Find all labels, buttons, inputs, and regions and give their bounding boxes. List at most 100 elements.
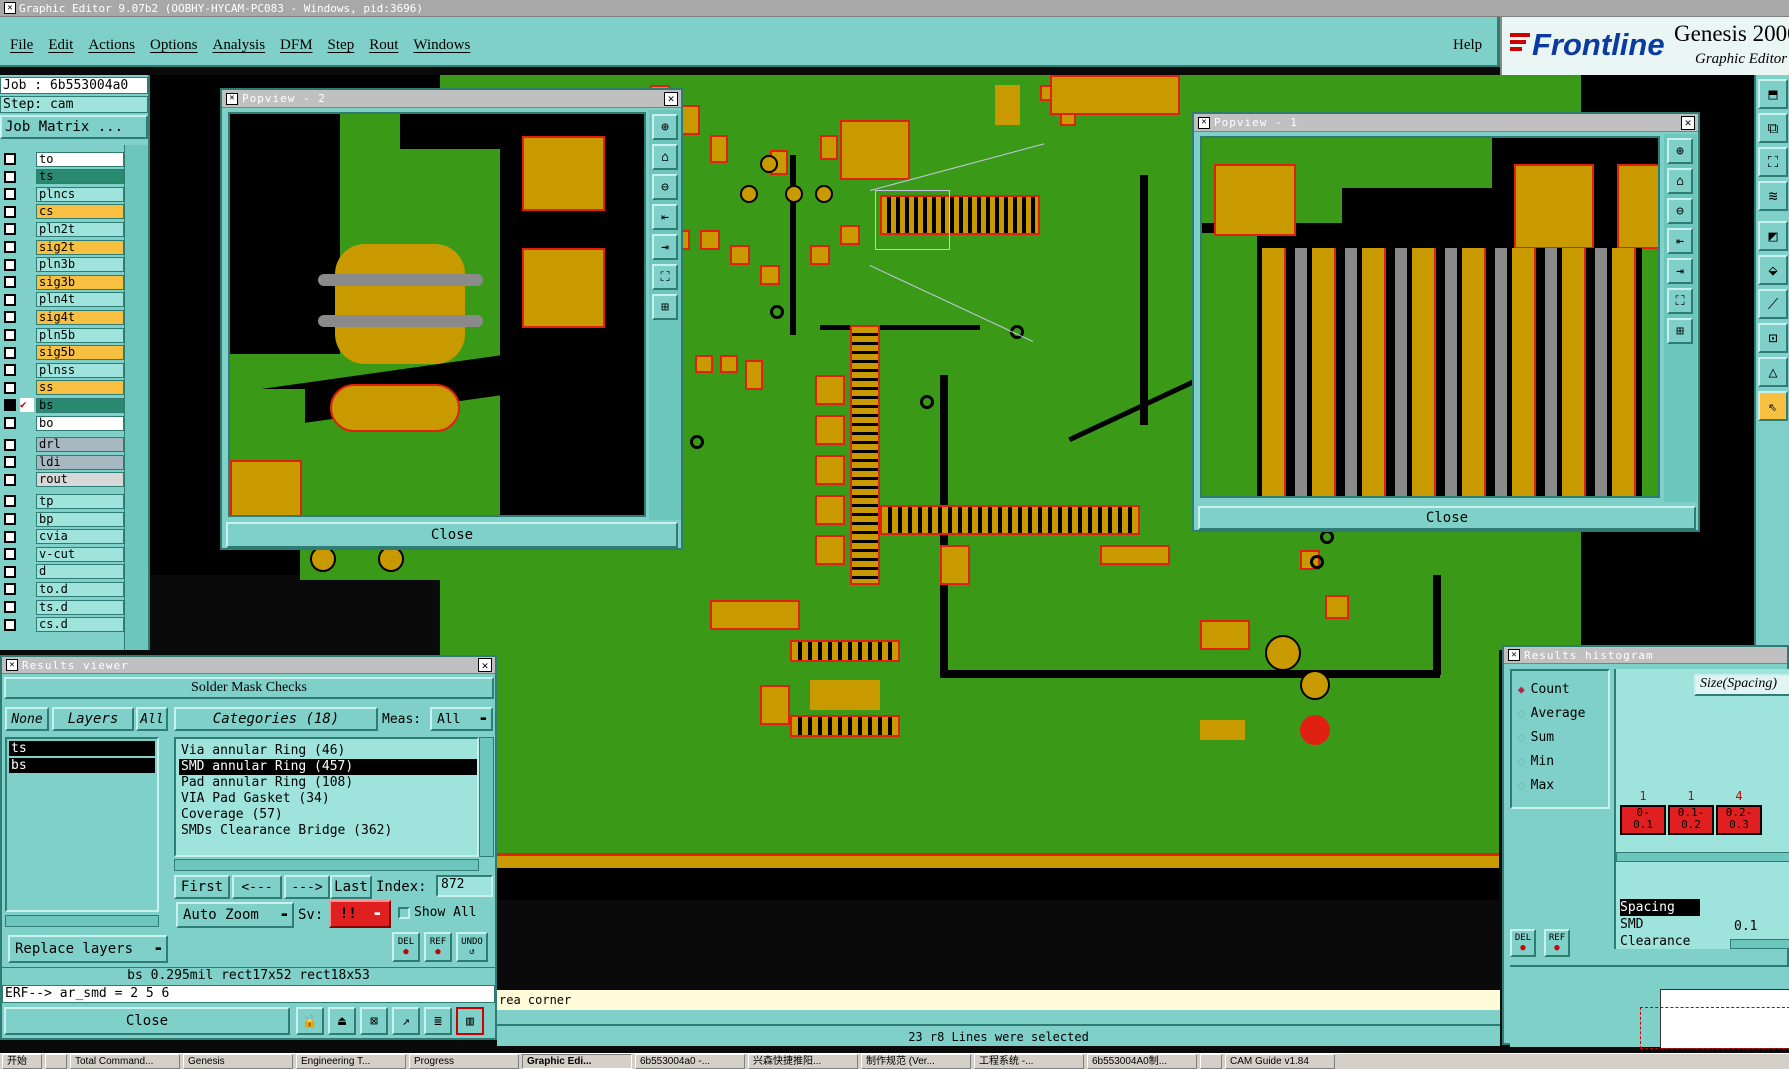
layer-row-ts.d[interactable]: ts.d bbox=[0, 599, 124, 615]
layer-row-sig4t[interactable]: sig4t bbox=[0, 309, 124, 325]
histogram-option-sum[interactable]: ◆ Sum bbox=[1518, 725, 1608, 749]
zoom-in-icon[interactable]: ⊕ bbox=[652, 114, 678, 140]
center-icon[interactable]: ⊞ bbox=[652, 294, 678, 320]
show-all-checkbox[interactable] bbox=[398, 907, 410, 919]
menu-dfm[interactable]: DFM bbox=[280, 37, 313, 54]
histogram-option-max[interactable]: ◆ Max bbox=[1518, 773, 1608, 797]
popview-2-canvas[interactable] bbox=[228, 112, 646, 517]
layer-checkbox[interactable] bbox=[4, 530, 16, 543]
lock-icon[interactable]: 🔒 bbox=[296, 1007, 324, 1035]
histogram-option-min[interactable]: ◆ Min bbox=[1518, 749, 1608, 773]
layer-checkbox[interactable] bbox=[4, 293, 16, 306]
layer-row-ts[interactable]: ts bbox=[0, 169, 124, 185]
taskbar-item[interactable]: 兴森快捷推阳... bbox=[748, 1054, 858, 1069]
layer-checkbox[interactable] bbox=[4, 456, 16, 469]
replace-layers-dropdown[interactable]: Replace layers ▬ bbox=[8, 935, 168, 963]
fit-icon[interactable]: ⛶ bbox=[652, 264, 678, 290]
layer-row-ldi[interactable]: ldi bbox=[0, 454, 124, 470]
layer-checkbox[interactable] bbox=[4, 601, 16, 613]
results-layer-item[interactable]: ts bbox=[9, 741, 155, 756]
histogram-titlebar[interactable]: ✕ Results histogram bbox=[1504, 647, 1787, 664]
taskbar-item[interactable] bbox=[45, 1054, 67, 1069]
window-menu-icon[interactable]: ✕ bbox=[226, 92, 238, 105]
layer-checkbox[interactable] bbox=[4, 473, 16, 486]
layer-row-to[interactable]: to bbox=[0, 151, 124, 167]
pointer-icon[interactable]: ⇖ bbox=[1758, 391, 1788, 421]
start-button[interactable]: 开始 bbox=[2, 1054, 42, 1069]
layer-row-pln5b[interactable]: pln5b bbox=[0, 327, 124, 343]
popview-1-close-button[interactable]: Close bbox=[1198, 506, 1696, 530]
first-button[interactable]: First bbox=[174, 875, 230, 899]
popview-1-titlebar[interactable]: ✕ Popview - 1 ✕ bbox=[1194, 114, 1698, 132]
taskbar-item[interactable]: CAM Guide v1.84 bbox=[1225, 1054, 1335, 1069]
ruler-icon[interactable]: ⟋ bbox=[1758, 289, 1788, 319]
layer-checkbox[interactable] bbox=[4, 276, 16, 289]
layer-checkbox[interactable] bbox=[4, 346, 16, 359]
taskbar-item[interactable]: 6b553004A0制... bbox=[1087, 1054, 1197, 1069]
popview-2-close-button[interactable]: Close bbox=[226, 522, 678, 548]
layer-row-pln2t[interactable]: pln2t bbox=[0, 221, 124, 237]
layer-checkbox[interactable] bbox=[4, 399, 16, 412]
exit-icon[interactable]: ⏏ bbox=[328, 1007, 356, 1035]
layer-checkbox[interactable] bbox=[4, 311, 16, 324]
taskbar-item[interactable]: 制作规范 (Ver... bbox=[861, 1054, 971, 1069]
results-viewer-titlebar[interactable]: ✕ Results viewer ✕ bbox=[2, 657, 495, 674]
category-item[interactable]: Via annular Ring (46) bbox=[179, 743, 477, 759]
menu-windows[interactable]: Windows bbox=[413, 37, 470, 54]
chart-icon[interactable]: ▥ bbox=[456, 1007, 484, 1035]
layer-row-v-cut[interactable]: v-cut bbox=[0, 546, 124, 562]
taskbar-item[interactable]: Total Command... bbox=[70, 1054, 180, 1069]
results-layer-list[interactable]: ts bs bbox=[5, 737, 159, 912]
layers-all-button[interactable]: All bbox=[136, 707, 168, 731]
taskbar-item[interactable]: Genesis bbox=[183, 1054, 293, 1069]
layer-row-cvia[interactable]: cvia bbox=[0, 529, 124, 545]
layer-row-plnss[interactable]: plnss bbox=[0, 362, 124, 378]
layer-row-bp[interactable]: bp bbox=[0, 511, 124, 527]
histogram-bar[interactable]: 0.2- 0.3 bbox=[1716, 805, 1762, 835]
pan-left-icon[interactable]: ⇤ bbox=[652, 204, 678, 230]
layers-none-button[interactable]: None bbox=[5, 707, 49, 731]
layer-checkbox[interactable] bbox=[4, 495, 16, 508]
categories-button[interactable]: Categories (18) bbox=[174, 707, 378, 731]
layer-row-tp[interactable]: tp bbox=[0, 493, 124, 509]
layer-checkbox[interactable] bbox=[4, 438, 16, 451]
pan-left-icon[interactable]: ⇤ bbox=[1667, 228, 1693, 254]
help-menu[interactable]: Help bbox=[1453, 37, 1482, 54]
prev-button[interactable]: <--- bbox=[232, 875, 282, 899]
screen-icon[interactable]: ⬒ bbox=[1758, 79, 1788, 109]
layer-row-sig5b[interactable]: sig5b bbox=[0, 345, 124, 361]
close-icon[interactable]: ✕ bbox=[478, 658, 492, 672]
layer-row-rout[interactable]: rout bbox=[0, 472, 124, 488]
close-icon[interactable]: ✕ bbox=[1681, 115, 1695, 130]
layer-checkbox[interactable] bbox=[4, 513, 16, 525]
layer-row-drl[interactable]: drl bbox=[0, 437, 124, 453]
histogram-option-count[interactable]: ◆ Count bbox=[1518, 677, 1608, 701]
index-input[interactable]: 872 bbox=[436, 875, 493, 897]
center-icon[interactable]: ⊞ bbox=[1667, 318, 1693, 344]
results-category-list[interactable]: Via annular Ring (46) SMD annular Ring (4… bbox=[174, 737, 479, 857]
layer-checkbox[interactable] bbox=[4, 548, 16, 561]
taskbar-item[interactable]: 6b553004a0 -... bbox=[635, 1054, 745, 1069]
category-item[interactable]: VIA Pad Gasket (34) bbox=[179, 791, 477, 807]
results-layer-item[interactable]: bs bbox=[9, 758, 155, 773]
category-item[interactable]: SMD annular Ring (457) bbox=[179, 759, 477, 775]
taskbar-item[interactable]: 工程系统 -... bbox=[974, 1054, 1084, 1069]
layer-checkbox[interactable] bbox=[4, 153, 16, 165]
menu-actions[interactable]: Actions bbox=[88, 37, 135, 54]
category-item[interactable]: SMDs Clearance Bridge (362) bbox=[179, 823, 477, 839]
layer-checkbox[interactable] bbox=[4, 258, 16, 271]
layer-row-cs.d[interactable]: cs.d bbox=[0, 617, 124, 633]
menu-analysis[interactable]: Analysis bbox=[213, 37, 266, 54]
layer-row-sig3b[interactable]: sig3b bbox=[0, 274, 124, 290]
zoom-in-icon[interactable]: ⊕ bbox=[1667, 138, 1693, 164]
del-button[interactable]: DEL ● bbox=[392, 932, 420, 962]
job-matrix-button[interactable]: Job Matrix ... bbox=[0, 115, 148, 139]
taskbar-item[interactable] bbox=[1200, 1054, 1222, 1069]
layer-checkbox[interactable] bbox=[4, 241, 16, 253]
layer-row-to.d[interactable]: to.d bbox=[0, 581, 124, 597]
layer-checkbox[interactable] bbox=[4, 223, 16, 236]
home-icon[interactable]: ⌂ bbox=[652, 144, 678, 170]
results-close-button[interactable]: Close bbox=[4, 1007, 290, 1035]
layer-row-pln3b[interactable]: pln3b bbox=[0, 257, 124, 273]
histogram-ref-button[interactable]: REF ● bbox=[1544, 929, 1570, 957]
